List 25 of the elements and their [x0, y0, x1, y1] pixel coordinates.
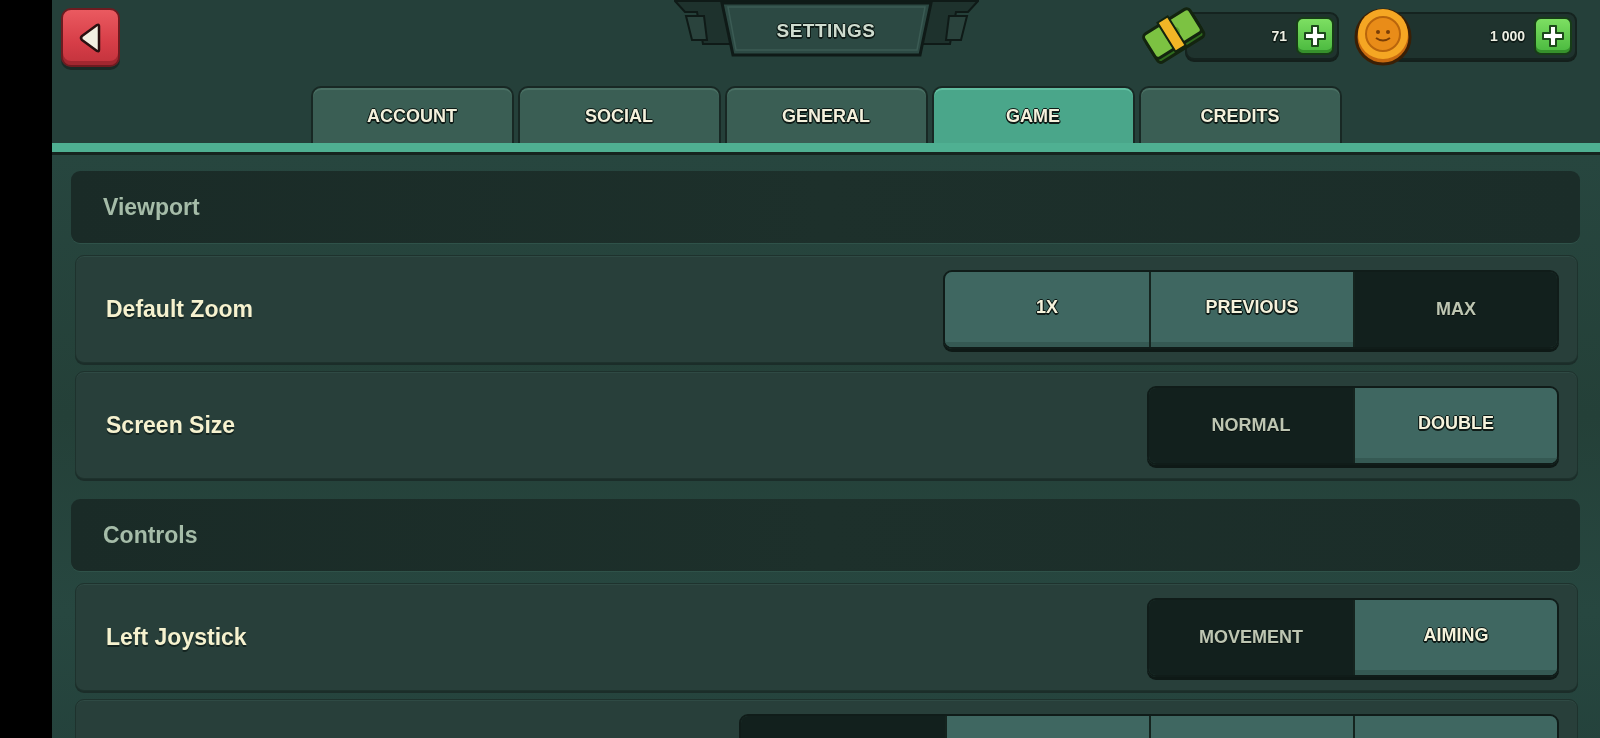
option-button[interactable]: MOVEMENT	[1149, 599, 1353, 675]
plus-icon	[1303, 24, 1327, 48]
coin-icon	[1353, 6, 1413, 66]
option-button[interactable]: DOUBLE	[1353, 387, 1557, 463]
option-button[interactable]: MAX	[1353, 271, 1557, 347]
add-button[interactable]	[1296, 17, 1334, 55]
option-button[interactable]: NORMAL	[1149, 387, 1353, 463]
tab[interactable]: ACCOUNT	[310, 86, 514, 143]
section-title: Viewport	[103, 193, 200, 221]
tab[interactable]: SOCIAL	[517, 86, 721, 143]
tab[interactable]: CREDITS	[1138, 86, 1342, 143]
back-button[interactable]	[61, 8, 120, 67]
option-button[interactable]: AIMING	[1353, 599, 1557, 675]
currency-amount: 71	[1271, 28, 1287, 44]
option-button[interactable]: 1X	[945, 271, 1149, 347]
tab[interactable]: GENERAL	[724, 86, 928, 143]
setting-label: Screen Size	[106, 411, 236, 439]
option-button[interactable]: PREVIOUS	[1149, 271, 1353, 347]
setting-label: Default Zoom	[106, 295, 253, 323]
currency-amount: 1 000	[1489, 28, 1525, 44]
add-button[interactable]	[1534, 17, 1572, 55]
page-title: SETTINGS	[776, 20, 876, 42]
section-title: Controls	[103, 521, 198, 549]
setting-label: Left Joystick	[106, 623, 247, 651]
plus-icon	[1541, 24, 1565, 48]
